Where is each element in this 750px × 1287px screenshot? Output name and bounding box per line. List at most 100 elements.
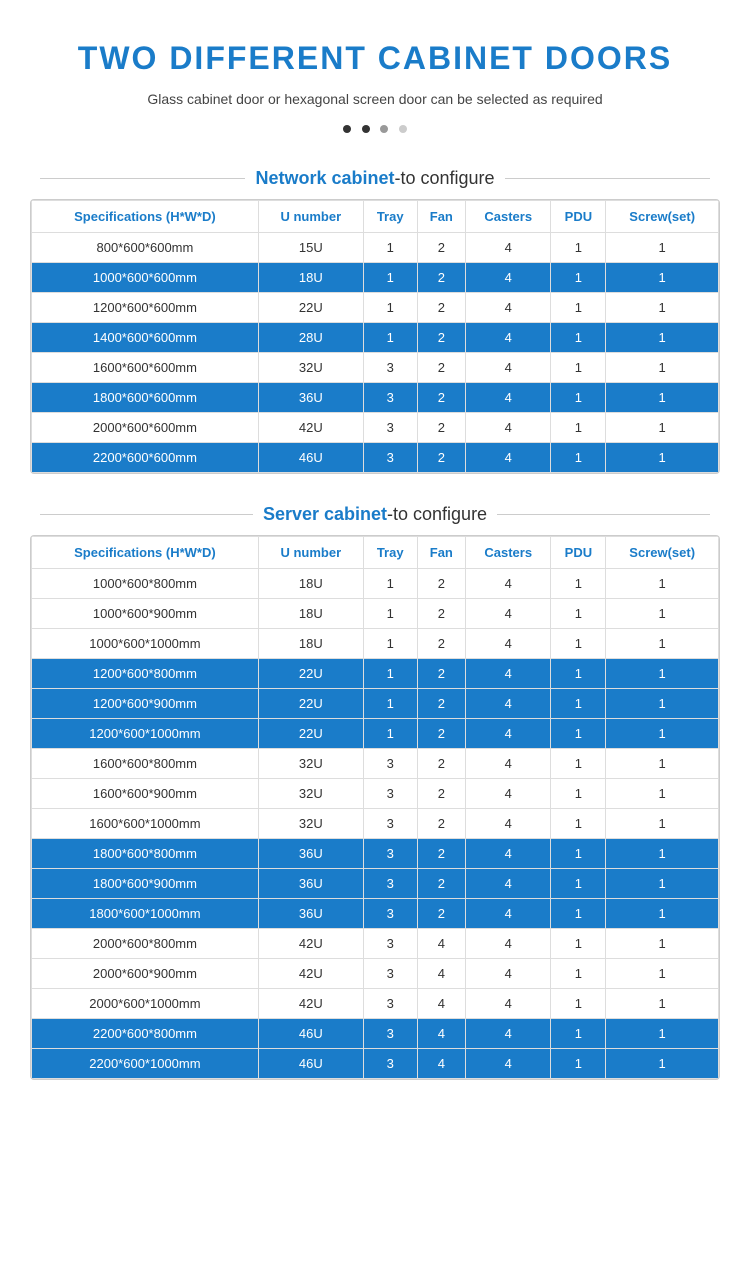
network-table-wrapper: Specifications (H*W*D) U number Tray Fan…	[30, 199, 720, 474]
cell-spec: 1000*600*900mm	[32, 599, 259, 629]
cell-screw: 1	[606, 989, 719, 1019]
cell-screw: 1	[606, 659, 719, 689]
cell-tray: 3	[363, 899, 417, 929]
cell-casters: 4	[466, 869, 551, 899]
server-table-wrapper: Specifications (H*W*D) U number Tray Fan…	[30, 535, 720, 1080]
cell-fan: 2	[417, 443, 465, 473]
cell-u: 36U	[258, 899, 363, 929]
cell-casters: 4	[466, 629, 551, 659]
cell-screw: 1	[606, 869, 719, 899]
cell-fan: 4	[417, 929, 465, 959]
table-row: 1600*600*1000mm 32U 3 2 4 1 1	[32, 809, 719, 839]
cell-u: 28U	[258, 323, 363, 353]
table-row: 2000*600*1000mm 42U 3 4 4 1 1	[32, 989, 719, 1019]
network-section-title: Network cabinet-to configure	[255, 168, 494, 189]
cell-tray: 3	[363, 383, 417, 413]
server-col-header-spec: Specifications (H*W*D)	[32, 537, 259, 569]
cell-pdu: 1	[551, 929, 606, 959]
cell-tray: 1	[363, 659, 417, 689]
cell-casters: 4	[466, 689, 551, 719]
table-row: 1400*600*600mm 28U 1 2 4 1 1	[32, 323, 719, 353]
cell-pdu: 1	[551, 719, 606, 749]
cell-fan: 2	[417, 629, 465, 659]
cell-casters: 4	[466, 293, 551, 323]
cell-tray: 1	[363, 719, 417, 749]
cell-pdu: 1	[551, 413, 606, 443]
cell-casters: 4	[466, 839, 551, 869]
cell-spec: 1600*600*1000mm	[32, 809, 259, 839]
server-col-header-fan: Fan	[417, 537, 465, 569]
cell-u: 46U	[258, 1019, 363, 1049]
server-col-header-u: U number	[258, 537, 363, 569]
cell-tray: 3	[363, 959, 417, 989]
cell-tray: 3	[363, 1019, 417, 1049]
cell-pdu: 1	[551, 689, 606, 719]
cell-casters: 4	[466, 443, 551, 473]
cell-u: 22U	[258, 293, 363, 323]
cell-pdu: 1	[551, 1049, 606, 1079]
cell-casters: 4	[466, 749, 551, 779]
cell-casters: 4	[466, 1049, 551, 1079]
server-title-line-left	[40, 514, 253, 515]
cell-u: 42U	[258, 929, 363, 959]
cell-spec: 2000*600*800mm	[32, 929, 259, 959]
server-col-header-pdu: PDU	[551, 537, 606, 569]
cell-screw: 1	[606, 689, 719, 719]
table-row: 1200*600*1000mm 22U 1 2 4 1 1	[32, 719, 719, 749]
cell-tray: 1	[363, 263, 417, 293]
col-header-screw: Screw(set)	[606, 201, 719, 233]
network-table: Specifications (H*W*D) U number Tray Fan…	[31, 200, 719, 473]
cell-screw: 1	[606, 779, 719, 809]
network-title-blue: Network cabinet	[255, 168, 394, 188]
cell-tray: 3	[363, 749, 417, 779]
dot-4	[399, 125, 407, 133]
cell-pdu: 1	[551, 839, 606, 869]
table-row: 1000*600*800mm 18U 1 2 4 1 1	[32, 569, 719, 599]
col-header-casters: Casters	[466, 201, 551, 233]
cell-spec: 2000*600*1000mm	[32, 989, 259, 1019]
cell-screw: 1	[606, 599, 719, 629]
cell-fan: 2	[417, 659, 465, 689]
cell-casters: 4	[466, 719, 551, 749]
cell-tray: 3	[363, 443, 417, 473]
cell-spec: 2000*600*900mm	[32, 959, 259, 989]
cell-casters: 4	[466, 383, 551, 413]
cell-spec: 1800*600*800mm	[32, 839, 259, 869]
cell-pdu: 1	[551, 749, 606, 779]
cell-spec: 1000*600*1000mm	[32, 629, 259, 659]
cell-casters: 4	[466, 323, 551, 353]
cell-spec: 1600*600*600mm	[32, 353, 259, 383]
cell-casters: 4	[466, 779, 551, 809]
table-row: 2000*600*900mm 42U 3 4 4 1 1	[32, 959, 719, 989]
cell-casters: 4	[466, 929, 551, 959]
cell-u: 15U	[258, 233, 363, 263]
cell-tray: 3	[363, 869, 417, 899]
cell-fan: 2	[417, 263, 465, 293]
server-title-blue: Server cabinet	[263, 504, 387, 524]
cell-pdu: 1	[551, 629, 606, 659]
cell-screw: 1	[606, 323, 719, 353]
cell-u: 42U	[258, 989, 363, 1019]
cell-fan: 2	[417, 809, 465, 839]
cell-fan: 2	[417, 749, 465, 779]
cell-spec: 1200*600*600mm	[32, 293, 259, 323]
cell-fan: 2	[417, 323, 465, 353]
cell-casters: 4	[466, 989, 551, 1019]
cell-screw: 1	[606, 629, 719, 659]
table-row: 2000*600*800mm 42U 3 4 4 1 1	[32, 929, 719, 959]
cell-fan: 2	[417, 353, 465, 383]
cell-spec: 1600*600*800mm	[32, 749, 259, 779]
cell-spec: 1200*600*1000mm	[32, 719, 259, 749]
cell-spec: 1000*600*600mm	[32, 263, 259, 293]
cell-tray: 1	[363, 323, 417, 353]
cell-pdu: 1	[551, 599, 606, 629]
cell-pdu: 1	[551, 383, 606, 413]
cell-screw: 1	[606, 1019, 719, 1049]
cell-pdu: 1	[551, 353, 606, 383]
cell-pdu: 1	[551, 293, 606, 323]
cell-spec: 1200*600*800mm	[32, 659, 259, 689]
cell-tray: 3	[363, 1049, 417, 1079]
cell-casters: 4	[466, 809, 551, 839]
cell-u: 18U	[258, 599, 363, 629]
cell-tray: 3	[363, 413, 417, 443]
